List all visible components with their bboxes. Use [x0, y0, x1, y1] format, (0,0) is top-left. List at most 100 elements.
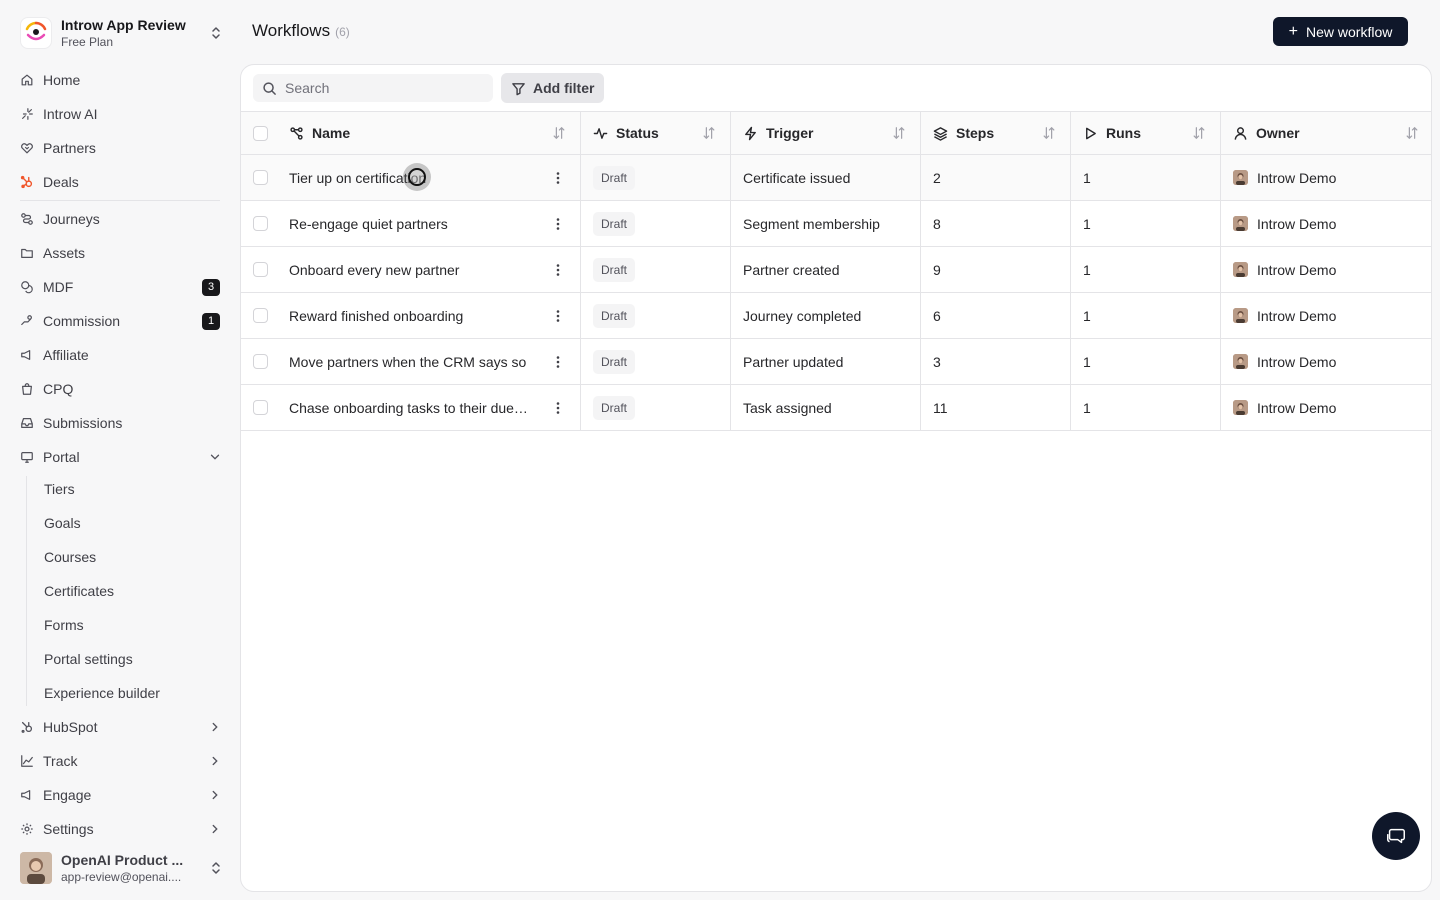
sort-icon[interactable] — [1192, 126, 1206, 140]
sidebar-item-mdf[interactable]: MDF 3 — [20, 275, 224, 299]
workflow-icon — [290, 126, 303, 140]
more-vertical-icon[interactable] — [550, 308, 566, 324]
table-row[interactable]: Onboard every new partner Draft Partner … — [241, 246, 1431, 292]
workflow-name[interactable]: Reward finished onboarding — [289, 308, 542, 324]
workflow-name[interactable]: Onboard every new partner — [289, 262, 542, 278]
table-row[interactable]: Move partners when the CRM says so Draft… — [241, 338, 1431, 384]
cell-owner: Introw Demo — [1221, 293, 1431, 338]
sidebar-item-journeys[interactable]: Journeys — [20, 207, 224, 231]
owner-avatar — [1233, 216, 1248, 231]
table-row[interactable]: Tier up on certification Draft Certifica… — [241, 154, 1431, 200]
more-vertical-icon[interactable] — [550, 216, 566, 232]
user-email: app-review@openai.... — [61, 869, 182, 884]
sidebar-item-label: Submissions — [43, 415, 123, 431]
column-header-owner[interactable]: Owner — [1221, 112, 1431, 154]
row-checkbox[interactable] — [253, 262, 268, 277]
new-workflow-button[interactable]: + New workflow — [1273, 17, 1408, 46]
cell-status: Draft — [581, 247, 731, 292]
more-vertical-icon[interactable] — [550, 400, 566, 416]
cell-runs: 1 — [1071, 247, 1221, 292]
column-header-steps[interactable]: Steps — [921, 112, 1071, 154]
inbox-icon — [21, 418, 33, 428]
row-checkbox[interactable] — [253, 216, 268, 231]
sort-icon[interactable] — [892, 126, 906, 140]
sidebar-item-submissions[interactable]: Submissions — [20, 411, 224, 435]
sort-icon[interactable] — [1405, 126, 1419, 140]
user-icon — [1234, 126, 1247, 140]
handshake-icon — [21, 143, 33, 154]
sidebar-item-portal[interactable]: Portal — [20, 445, 224, 469]
status-badge: Draft — [593, 349, 636, 374]
cell-trigger: Journey completed — [731, 293, 921, 338]
cell-runs: 1 — [1071, 293, 1221, 338]
status-badge: Draft — [593, 257, 636, 282]
chat-support-button[interactable] — [1372, 812, 1420, 860]
row-checkbox[interactable] — [253, 354, 268, 369]
cell-name: Reward finished onboarding — [241, 293, 581, 338]
sidebar-subitem-forms[interactable]: Forms — [44, 614, 84, 636]
column-label: Steps — [956, 125, 995, 141]
new-workflow-label: New workflow — [1305, 23, 1393, 40]
sidebar-subitem-goals[interactable]: Goals — [44, 512, 81, 534]
workflow-name[interactable]: Tier up on certification — [289, 170, 542, 186]
row-checkbox[interactable] — [253, 308, 268, 323]
search-box[interactable] — [253, 74, 493, 102]
workflows-table: Name Status Trigger Steps Runs Owner Tie… — [241, 111, 1431, 431]
sidebar-item-introw-ai[interactable]: Introw AI — [20, 102, 224, 126]
owner-name: Introw Demo — [1257, 307, 1337, 324]
cell-steps: 6 — [921, 293, 1071, 338]
user-menu[interactable]: OpenAI Product ... app-review@openai.... — [20, 850, 224, 886]
sidebar-subitem-certificates[interactable]: Certificates — [44, 580, 114, 602]
row-checkbox[interactable] — [253, 170, 268, 185]
table-row[interactable]: Re-engage quiet partners Draft Segment m… — [241, 200, 1431, 246]
sidebar-item-cpq[interactable]: CPQ — [20, 377, 224, 401]
workflow-name[interactable]: Re-engage quiet partners — [289, 216, 542, 232]
table-row[interactable]: Chase onboarding tasks to their due… Dra… — [241, 384, 1431, 430]
sidebar-item-settings[interactable]: Settings — [20, 817, 224, 841]
more-vertical-icon[interactable] — [550, 170, 566, 186]
sidebar-item-hubspot[interactable]: HubSpot — [20, 715, 224, 739]
sidebar-subitem-portal-settings[interactable]: Portal settings — [44, 648, 133, 670]
owner-name: Introw Demo — [1257, 215, 1337, 232]
sort-icon[interactable] — [702, 126, 716, 140]
sidebar-item-affiliate[interactable]: Affiliate — [20, 343, 224, 367]
column-header-name[interactable]: Name — [241, 112, 581, 154]
cell-name: Move partners when the CRM says so — [241, 339, 581, 384]
sidebar-item-label: Settings — [43, 821, 94, 837]
workflow-name[interactable]: Chase onboarding tasks to their due… — [289, 400, 542, 416]
add-filter-button[interactable]: Add filter — [501, 73, 604, 103]
line-chart-icon — [21, 755, 33, 767]
layers-icon — [933, 126, 948, 141]
workflow-name[interactable]: Move partners when the CRM says so — [289, 354, 542, 370]
search-input[interactable] — [285, 80, 485, 96]
cell-status: Draft — [581, 155, 731, 200]
sort-icon[interactable] — [552, 126, 566, 140]
more-vertical-icon[interactable] — [550, 354, 566, 370]
sidebar-item-home[interactable]: Home — [20, 68, 224, 92]
row-checkbox[interactable] — [253, 400, 268, 415]
sidebar-subitem-experience-builder[interactable]: Experience builder — [44, 682, 160, 704]
select-all-checkbox[interactable] — [253, 125, 268, 141]
sidebar-item-engage[interactable]: Engage — [20, 783, 224, 807]
hubspot-deals-icon — [20, 175, 33, 189]
column-header-trigger[interactable]: Trigger — [731, 112, 921, 154]
column-header-status[interactable]: Status — [581, 112, 731, 154]
sidebar-subitem-tiers[interactable]: Tiers — [44, 478, 75, 500]
table-row[interactable]: Reward finished onboarding Draft Journey… — [241, 292, 1431, 338]
sidebar-subitem-courses[interactable]: Courses — [44, 546, 96, 568]
column-header-runs[interactable]: Runs — [1071, 112, 1221, 154]
sidebar-item-commission[interactable]: Commission 1 — [20, 309, 224, 333]
cell-steps: 11 — [921, 385, 1071, 430]
cell-owner: Introw Demo — [1221, 201, 1431, 246]
sidebar-item-deals[interactable]: Deals — [20, 170, 224, 194]
cell-name: Onboard every new partner — [241, 247, 581, 292]
sort-icon[interactable] — [1042, 126, 1056, 140]
org-switcher[interactable]: Introw App Review Free Plan — [20, 14, 224, 52]
filter-icon — [512, 82, 525, 95]
sidebar-item-partners[interactable]: Partners — [20, 136, 224, 160]
sidebar-item-assets[interactable]: Assets — [20, 241, 224, 265]
owner-avatar — [1233, 170, 1248, 185]
more-vertical-icon[interactable] — [550, 262, 566, 278]
cell-steps: 2 — [921, 155, 1071, 200]
sidebar-item-track[interactable]: Track — [20, 749, 224, 773]
